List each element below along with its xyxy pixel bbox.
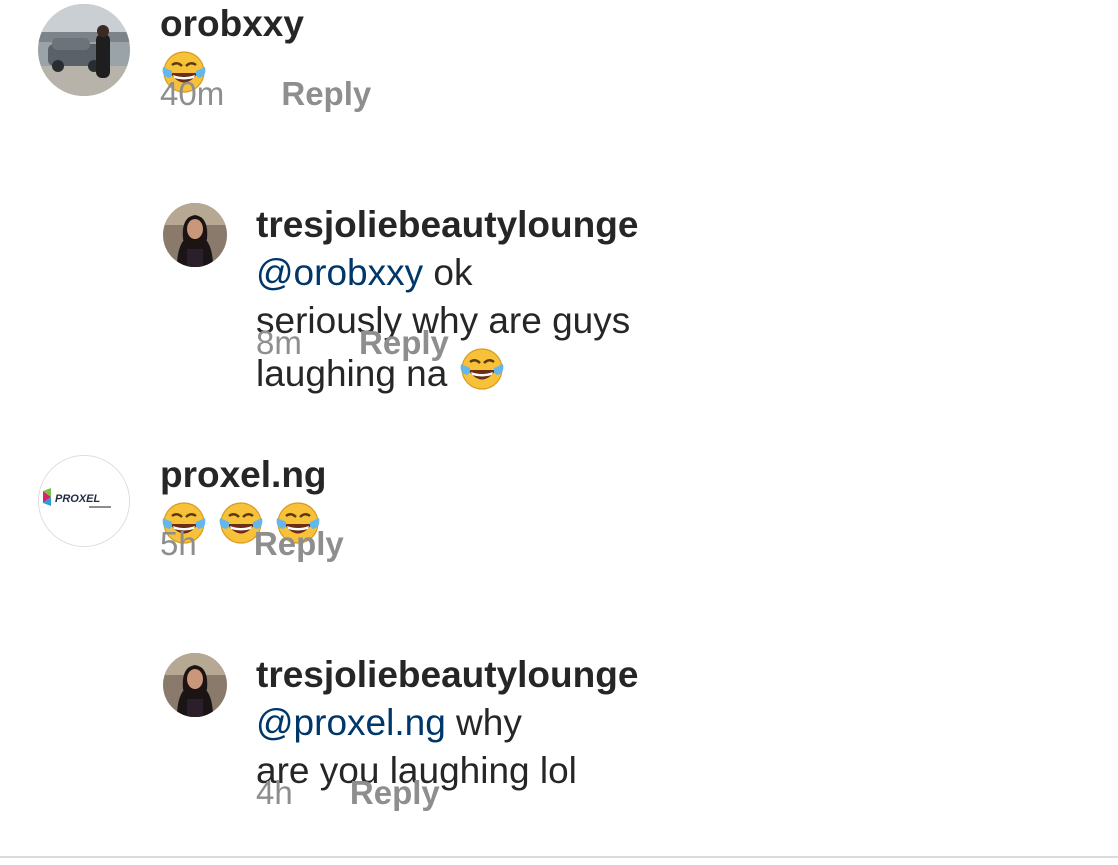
mention-link[interactable]: @proxel.ng [256, 702, 446, 743]
comment-meta: 8m Reply [256, 324, 449, 362]
comment-timestamp: 5h [160, 525, 197, 562]
comment-timestamp: 40m [160, 75, 225, 112]
comment-timestamp: 4h [256, 774, 293, 811]
username[interactable]: tresjoliebeautylounge [256, 654, 638, 695]
mention-link[interactable]: @orobxxy [256, 252, 423, 293]
reply-button[interactable]: Reply [359, 324, 449, 362]
face-with-tears-of-joy-emoji-icon [460, 348, 504, 390]
reply-button[interactable]: Reply [350, 774, 440, 812]
username[interactable]: proxel.ng [160, 454, 327, 495]
proxel-logo-text: PROXEL [55, 493, 101, 505]
avatar-tresjoliebeautylounge[interactable] [163, 203, 227, 267]
comment-text: tresjoliebeautylounge @orobxxy ok seriou… [256, 201, 638, 398]
avatar-proxel-ng[interactable]: PROXEL [38, 455, 130, 547]
divider [0, 856, 1118, 858]
avatar-tresjoliebeautylounge[interactable] [163, 653, 227, 717]
comment-meta: 4h Reply [256, 774, 440, 812]
comment-body-line1: ok [423, 252, 473, 293]
comment-meta: 5h Reply [160, 525, 344, 563]
username[interactable]: orobxxy [160, 3, 304, 44]
comment-timestamp: 8m [256, 324, 302, 361]
comment-body-line1: why [445, 702, 522, 743]
avatar-orobxxy[interactable] [38, 4, 130, 96]
username[interactable]: tresjoliebeautylounge [256, 204, 638, 245]
comment-meta: 40m Reply [160, 75, 371, 113]
reply-button[interactable]: Reply [254, 525, 344, 563]
reply-button[interactable]: Reply [281, 75, 371, 113]
